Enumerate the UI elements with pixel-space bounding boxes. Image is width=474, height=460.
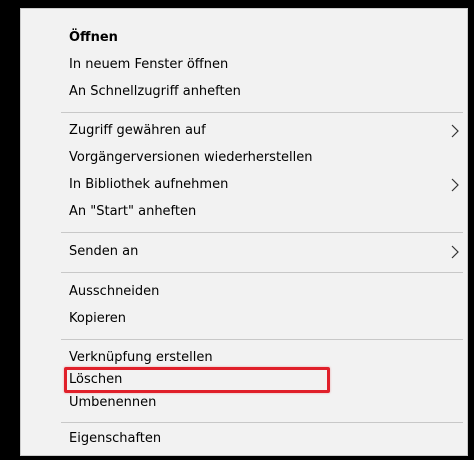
menu-item-send-to[interactable]: Senden an: [21, 239, 467, 265]
menu-item-copy[interactable]: Kopieren: [21, 306, 467, 332]
menu-separator: [61, 272, 463, 273]
menu-item-properties[interactable]: Eigenschaften: [21, 426, 467, 452]
frame-border-right: [468, 0, 474, 460]
menu-item-label: Zugriff gewähren auf: [69, 123, 206, 138]
menu-item-restore-previous[interactable]: Vorgängerversionen wiederherstellen: [21, 145, 467, 171]
context-menu: Öffnen In neuem Fenster öffnen An Schnel…: [20, 8, 468, 456]
menu-item-oeffnen[interactable]: Öffnen: [21, 25, 467, 51]
menu-item-cut[interactable]: Ausschneiden: [21, 279, 467, 305]
menu-item-label: Senden an: [69, 244, 139, 259]
chevron-right-icon: [449, 118, 461, 144]
menu-item-label: Öffnen: [69, 30, 118, 45]
chevron-right-icon: [449, 239, 461, 265]
screenshot-frame: Öffnen In neuem Fenster öffnen An Schnel…: [0, 0, 474, 460]
menu-item-label: Eigenschaften: [69, 431, 162, 446]
menu-item-include-library[interactable]: In Bibliothek aufnehmen: [21, 172, 467, 198]
chevron-right-icon: [449, 172, 461, 198]
menu-item-give-access[interactable]: Zugriff gewähren auf: [21, 118, 467, 144]
menu-item-label: In Bibliothek aufnehmen: [69, 177, 229, 192]
menu-item-label: Umbenennen: [69, 395, 157, 410]
menu-item-label: In neuem Fenster öffnen: [69, 57, 229, 72]
frame-border-bottom: [0, 456, 474, 460]
menu-item-label: An "Start" anheften: [69, 204, 197, 219]
menu-item-rename[interactable]: Umbenennen: [21, 390, 467, 416]
menu-separator: [61, 232, 463, 233]
menu-separator: [61, 339, 463, 340]
menu-item-pin-quick-access[interactable]: An Schnellzugriff anheften: [21, 79, 467, 105]
menu-item-label: Kopieren: [69, 311, 126, 326]
frame-border-left: [0, 0, 20, 460]
menu-item-label: Ausschneiden: [69, 284, 160, 299]
menu-separator: [61, 112, 463, 113]
menu-item-pin-start[interactable]: An "Start" anheften: [21, 199, 467, 225]
highlight-box: [64, 367, 330, 393]
menu-item-label: An Schnellzugriff anheften: [69, 84, 241, 99]
menu-separator: [61, 422, 463, 423]
frame-border-top: [8, 0, 474, 8]
menu-item-open-new-window[interactable]: In neuem Fenster öffnen: [21, 52, 467, 78]
menu-item-label: Vorgängerversionen wiederherstellen: [69, 150, 313, 165]
